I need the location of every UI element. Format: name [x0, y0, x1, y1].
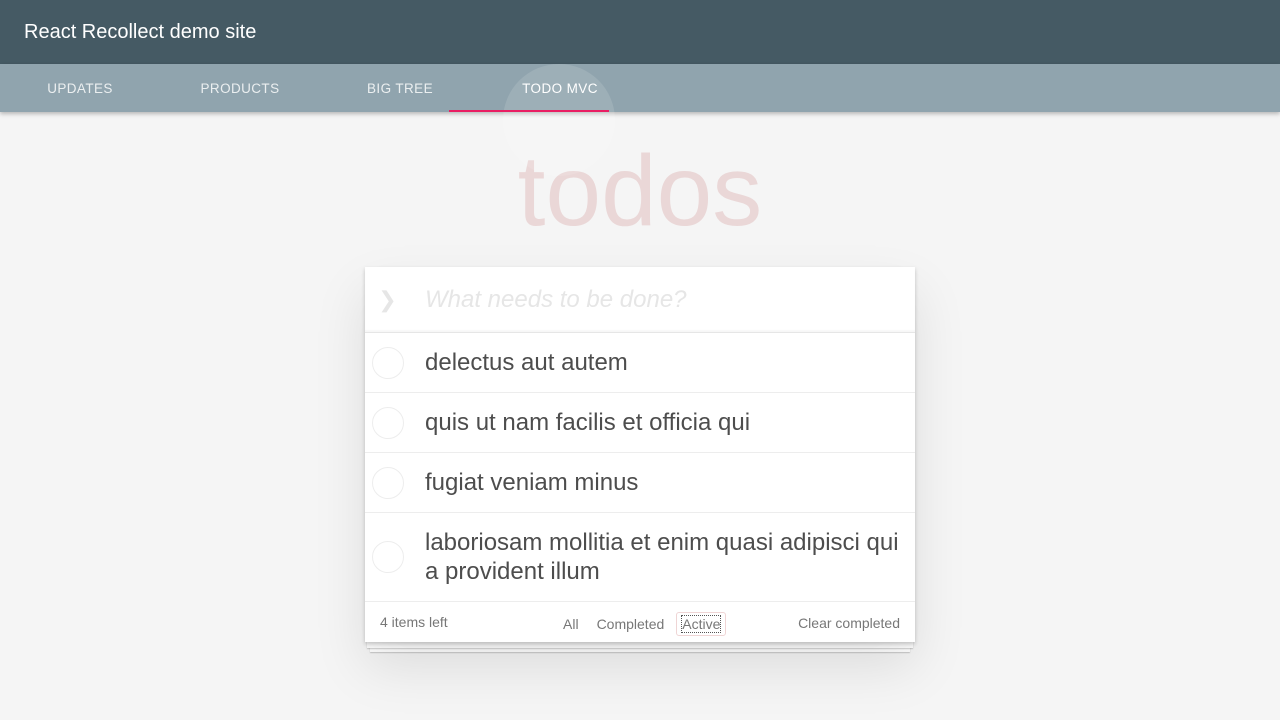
todo-checkbox[interactable] — [372, 406, 404, 439]
todo-list: delectus aut autem quis ut nam facilis e… — [365, 333, 915, 602]
todo-checkbox[interactable] — [372, 466, 404, 499]
tab-products[interactable]: PRODUCTS — [160, 64, 320, 112]
filter-group: All Completed Active — [557, 612, 727, 636]
filter-completed[interactable]: Completed — [591, 612, 671, 636]
app-title: React Recollect demo site — [24, 21, 257, 43]
todo-item: delectus aut autem — [365, 333, 915, 393]
tab-indicator — [449, 110, 609, 112]
tab-todo-mvc[interactable]: TODO MVC — [480, 64, 640, 112]
todo-item: fugiat veniam minus — [365, 453, 915, 513]
todo-label[interactable]: delectus aut autem — [425, 348, 900, 377]
tab-updates[interactable]: UPDATES — [0, 64, 160, 112]
todo-label[interactable]: laboriosam mollitia et enim quasi adipis… — [425, 528, 900, 586]
todo-checkbox[interactable] — [372, 541, 404, 573]
tab-big-tree[interactable]: BIG TREE — [320, 64, 480, 112]
new-todo-row: ❯ — [365, 267, 915, 333]
todo-item: laboriosam mollitia et enim quasi adipis… — [365, 513, 915, 602]
items-left-count: 4 items left — [380, 614, 448, 630]
filter-active[interactable]: Active — [676, 612, 727, 636]
todo-label[interactable]: fugiat veniam minus — [425, 468, 900, 497]
todo-item: quis ut nam facilis et officia qui — [365, 393, 915, 453]
todo-heading: todos — [517, 135, 763, 247]
clear-completed-button[interactable]: Clear completed — [798, 615, 900, 631]
todo-app: ❯ delectus aut autem quis ut nam facilis… — [365, 267, 915, 642]
todo-footer: 4 items left All Completed Active Clear … — [365, 602, 915, 642]
todo-checkbox[interactable] — [372, 346, 404, 379]
new-todo-input[interactable] — [425, 277, 895, 323]
filter-all[interactable]: All — [557, 612, 585, 636]
chevron-down-icon[interactable]: ❯ — [365, 283, 410, 317]
app-bar: React Recollect demo site — [0, 0, 1280, 64]
todo-label[interactable]: quis ut nam facilis et officia qui — [425, 408, 900, 437]
tab-bar: UPDATES PRODUCTS BIG TREE TODO MVC — [0, 64, 1280, 176]
